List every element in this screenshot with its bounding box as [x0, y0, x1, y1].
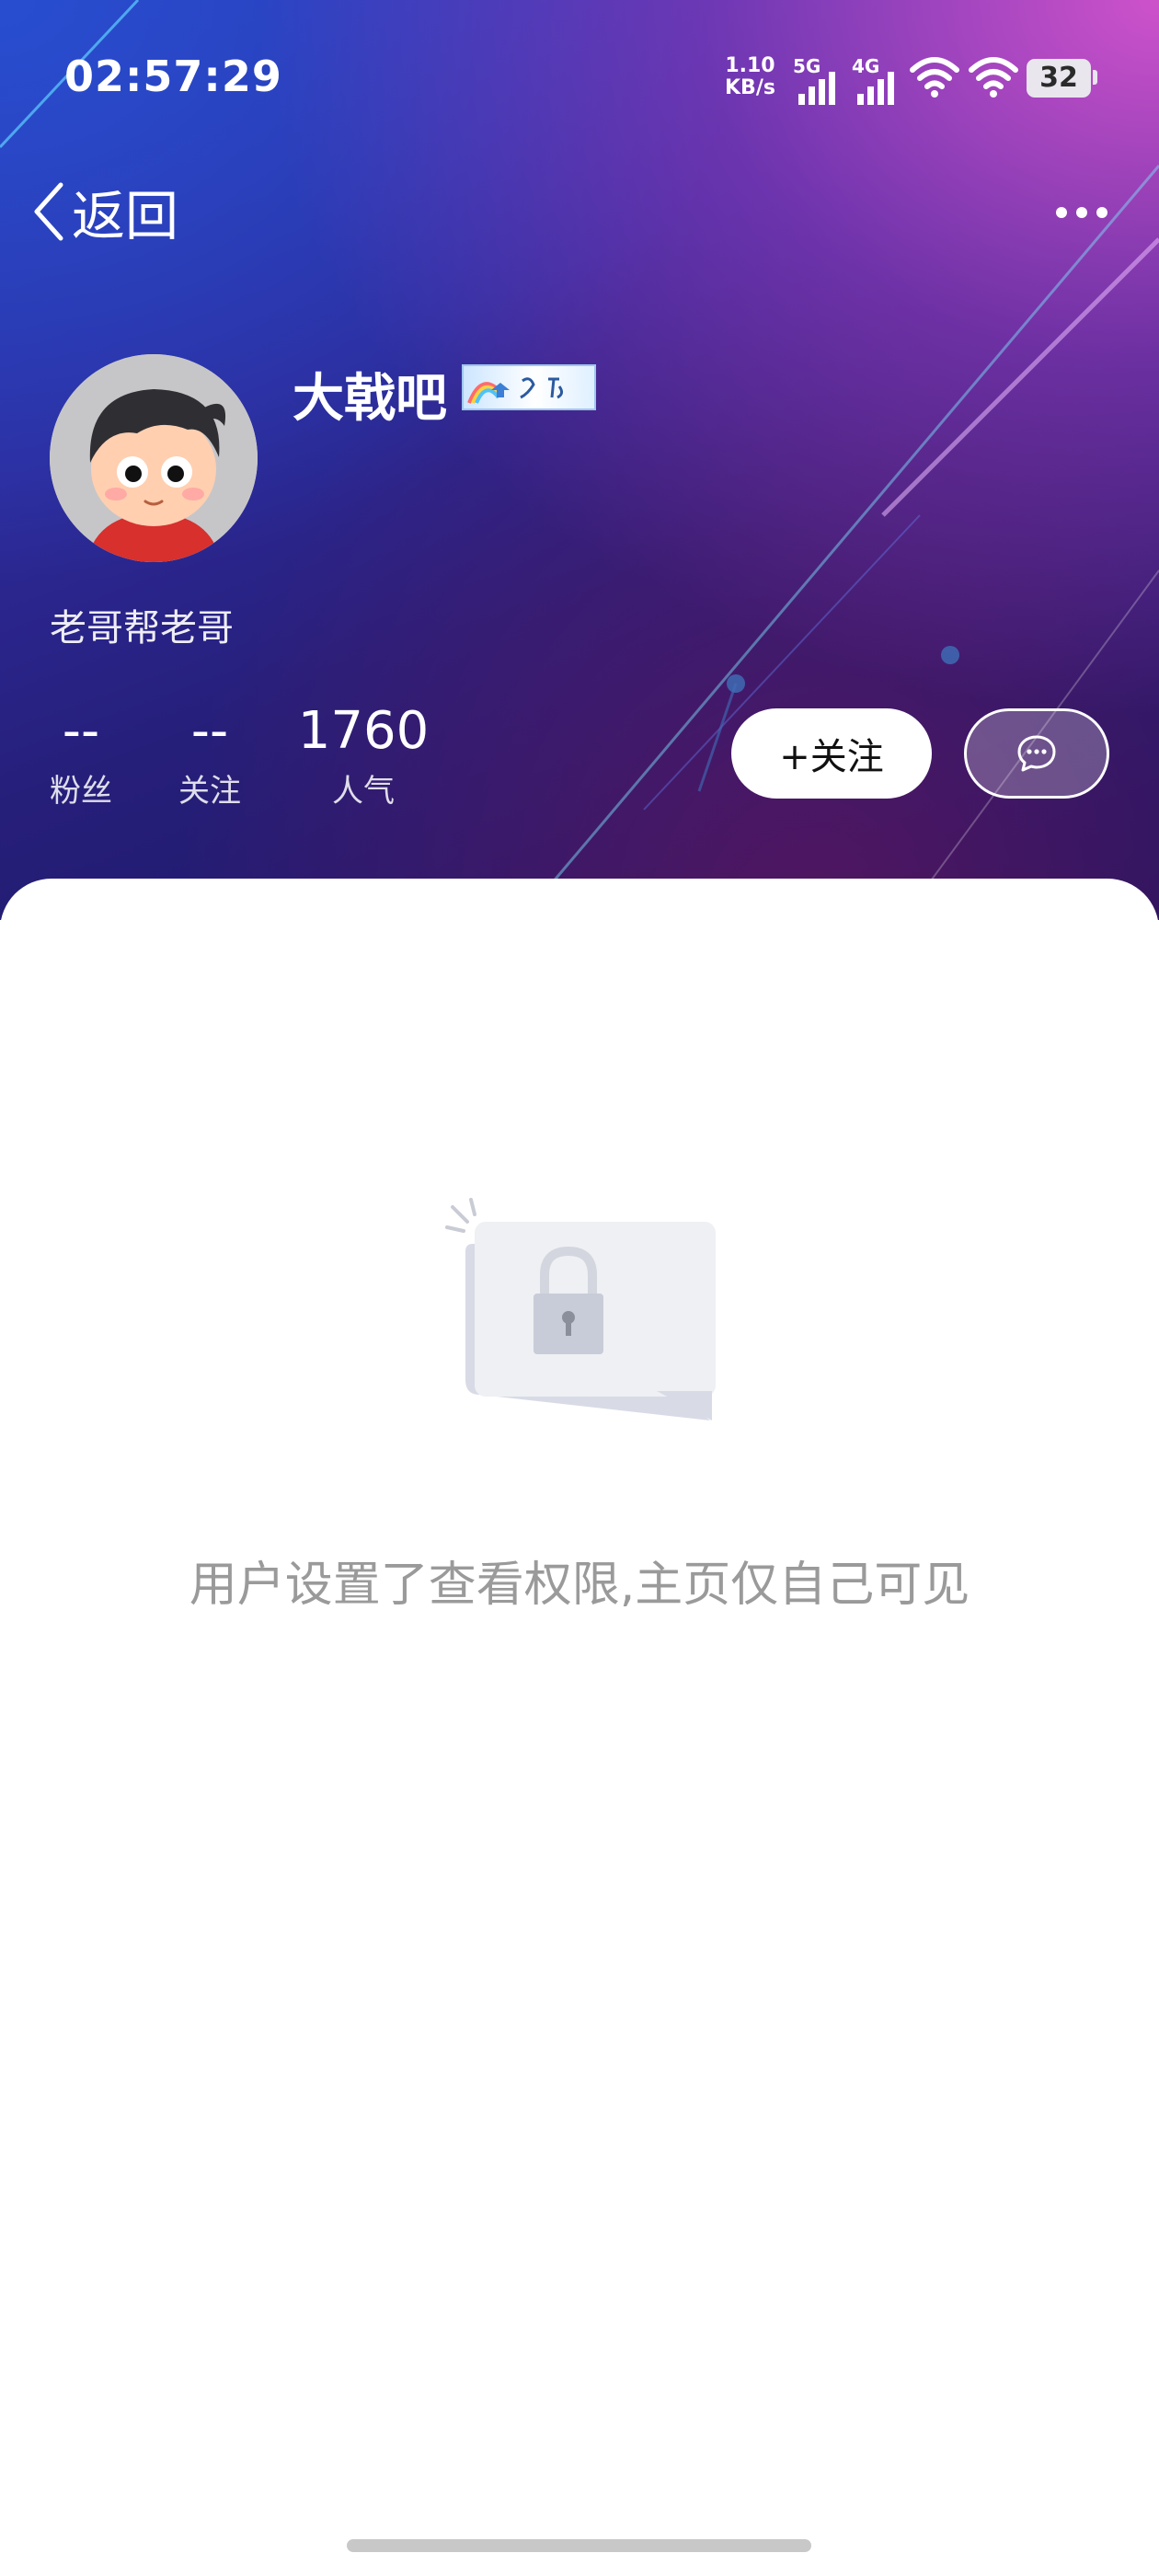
stat-fans-value: -- — [62, 701, 100, 761]
stat-popularity-value: 1760 — [297, 701, 430, 761]
home-indicator[interactable] — [347, 2539, 811, 2552]
status-bar: 02:57:29 1.10 KB/s 5G 4G 32 — [0, 0, 1159, 156]
profile-nickname: 大戟吧 — [293, 369, 447, 429]
chat-bubble-icon — [1017, 735, 1056, 772]
back-button[interactable]: 返回 — [31, 175, 178, 248]
status-time: 02:57:29 — [64, 52, 282, 101]
avatar[interactable] — [50, 354, 258, 562]
stat-following-label: 关注 — [178, 773, 241, 810]
network-speed-unit: KB/s — [725, 76, 775, 99]
wifi-icon — [910, 57, 959, 98]
network-speed: 1.10 KB/s — [725, 55, 775, 99]
follow-button[interactable]: +关注 — [731, 708, 932, 799]
wifi-icon-secondary — [969, 57, 1018, 98]
stat-fans[interactable]: -- 粉丝 — [37, 699, 125, 811]
stat-following-value: -- — [190, 701, 229, 761]
empty-state-message: 用户设置了查看权限,主页仅自己可见 — [189, 1558, 970, 1613]
chevron-left-icon — [34, 182, 63, 241]
more-dots-icon — [1056, 207, 1107, 218]
stat-popularity-label: 人气 — [332, 773, 395, 810]
stat-following[interactable]: -- 关注 — [166, 699, 254, 811]
stat-fans-label: 粉丝 — [50, 773, 112, 810]
avatar-cartoon-boy-icon — [50, 354, 258, 562]
battery-tip — [1093, 70, 1097, 85]
back-label: 返回 — [72, 185, 179, 247]
level-badge-icon — [462, 364, 596, 410]
network-speed-value: 1.10 — [725, 54, 775, 77]
message-button[interactable] — [964, 708, 1109, 799]
stat-popularity: 1760 人气 — [294, 699, 432, 811]
content-card — [0, 879, 1159, 2576]
profile-bio: 老哥帮老哥 — [50, 607, 234, 650]
more-options-button[interactable] — [1049, 189, 1122, 235]
battery-icon: 32 — [1027, 59, 1091, 98]
locked-content-illustration-icon — [443, 1196, 719, 1439]
